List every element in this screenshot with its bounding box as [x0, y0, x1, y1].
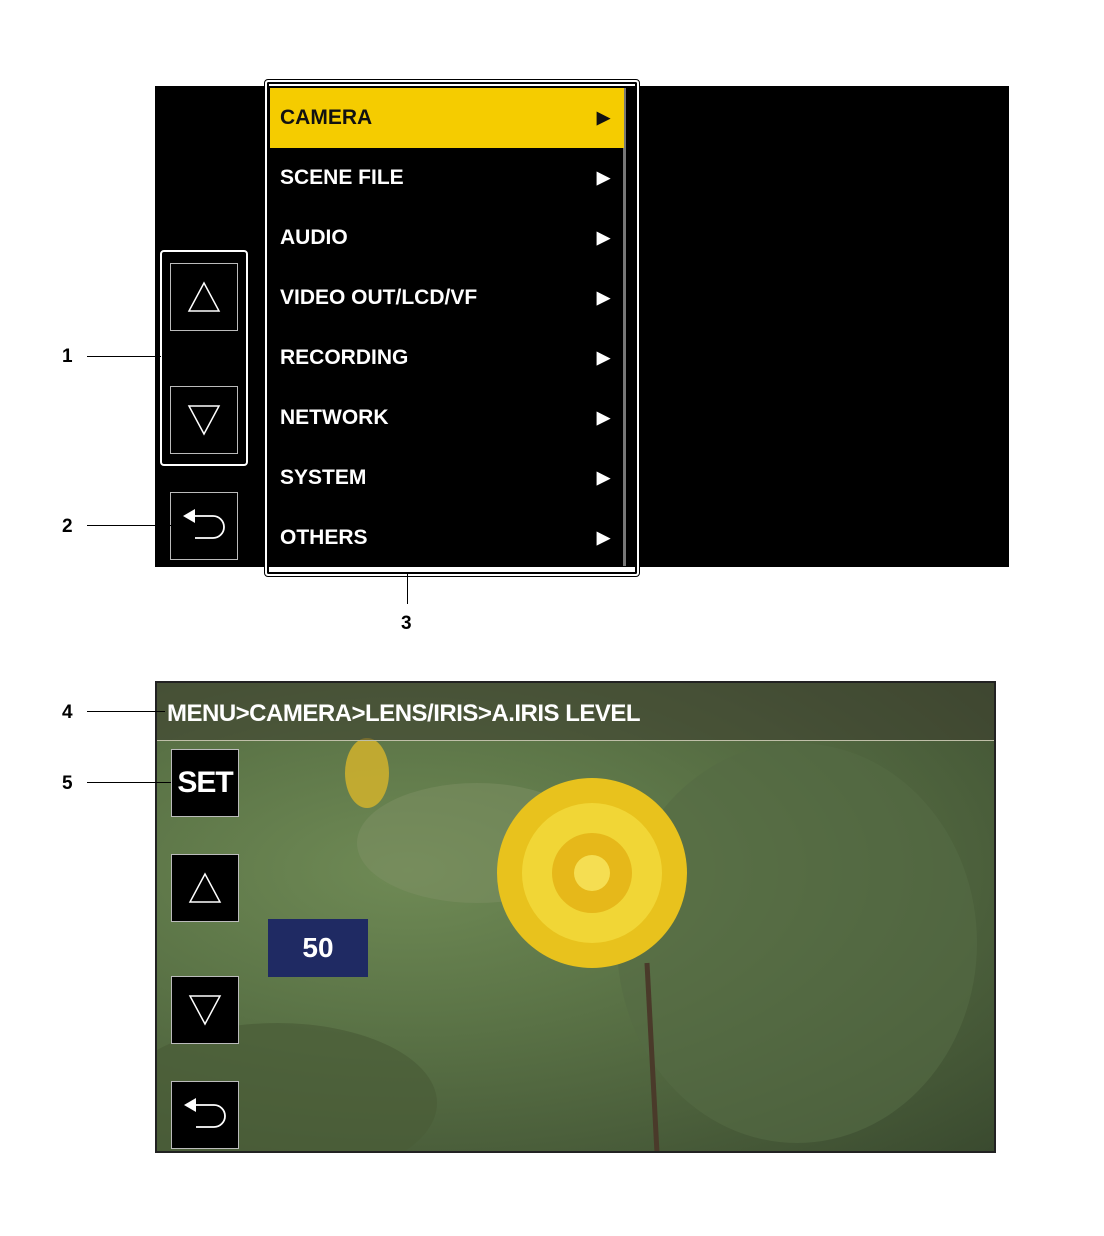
- setting-screen: MENU>CAMERA>LENS/IRIS>A.IRIS LEVEL SET 5…: [155, 681, 996, 1153]
- triangle-up-icon: [187, 281, 221, 312]
- menu-item-label: NETWORK: [280, 406, 389, 429]
- menu-item-video-out-lcd-vf[interactable]: VIDEO OUT/LCD/VF ▶: [270, 268, 624, 328]
- breadcrumb-bar: MENU>CAMERA>LENS/IRIS>A.IRIS LEVEL: [157, 683, 994, 741]
- menu-item-recording[interactable]: RECORDING ▶: [270, 328, 624, 388]
- return-arrow-icon: [183, 509, 225, 539]
- menu-item-label: RECORDING: [280, 346, 409, 369]
- triangle-up-icon: [188, 872, 222, 903]
- decrease-button[interactable]: [171, 976, 239, 1044]
- submenu-arrow-icon: ▶: [596, 168, 610, 187]
- return-arrow-icon: [184, 1098, 226, 1128]
- callout-line: [87, 782, 171, 783]
- submenu-arrow-icon: ▶: [596, 348, 610, 367]
- menu-item-label: VIDEO OUT/LCD/VF: [280, 286, 478, 309]
- submenu-arrow-icon: ▶: [596, 288, 610, 307]
- value-display: 50: [268, 919, 368, 977]
- set-button[interactable]: SET: [171, 749, 239, 817]
- callout-number: 1: [62, 346, 73, 367]
- menu-item-scene-file[interactable]: SCENE FILE ▶: [270, 148, 624, 208]
- scroll-up-button[interactable]: [170, 263, 238, 331]
- callout-number: 3: [401, 613, 412, 634]
- menu-item-label: AUDIO: [280, 226, 348, 249]
- callout-line: [87, 525, 171, 526]
- back-button[interactable]: [170, 492, 238, 560]
- menu-item-label: CAMERA: [280, 106, 373, 129]
- callout-line: [407, 572, 408, 604]
- set-button-label: SET: [177, 766, 233, 799]
- menu-item-system[interactable]: SYSTEM ▶: [270, 448, 624, 508]
- callout-number: 5: [62, 773, 73, 794]
- menu-item-label: OTHERS: [280, 526, 368, 549]
- callout-number: 4: [62, 702, 73, 723]
- back-button[interactable]: [171, 1081, 239, 1149]
- submenu-arrow-icon: ▶: [596, 108, 610, 127]
- submenu-arrow-icon: ▶: [596, 468, 610, 487]
- increase-button[interactable]: [171, 854, 239, 922]
- menu-item-label: SYSTEM: [280, 466, 367, 489]
- camera-preview-image: [157, 738, 977, 1151]
- callout-line: [87, 356, 161, 357]
- submenu-arrow-icon: ▶: [596, 528, 610, 547]
- triangle-down-icon: [188, 995, 222, 1026]
- menu-item-camera[interactable]: CAMERA ▶: [270, 88, 624, 148]
- callout-number: 2: [62, 516, 73, 537]
- submenu-arrow-icon: ▶: [596, 228, 610, 247]
- menu-item-others[interactable]: OTHERS ▶: [270, 508, 624, 568]
- scroll-down-button[interactable]: [170, 386, 238, 454]
- menu-item-audio[interactable]: AUDIO ▶: [270, 208, 624, 268]
- breadcrumb: MENU>CAMERA>LENS/IRIS>A.IRIS LEVEL: [167, 700, 641, 727]
- callout-line: [87, 711, 165, 712]
- menu-item-network[interactable]: NETWORK ▶: [270, 388, 624, 448]
- submenu-arrow-icon: ▶: [596, 408, 610, 427]
- triangle-down-icon: [187, 405, 221, 436]
- menu-item-label: SCENE FILE: [280, 166, 404, 189]
